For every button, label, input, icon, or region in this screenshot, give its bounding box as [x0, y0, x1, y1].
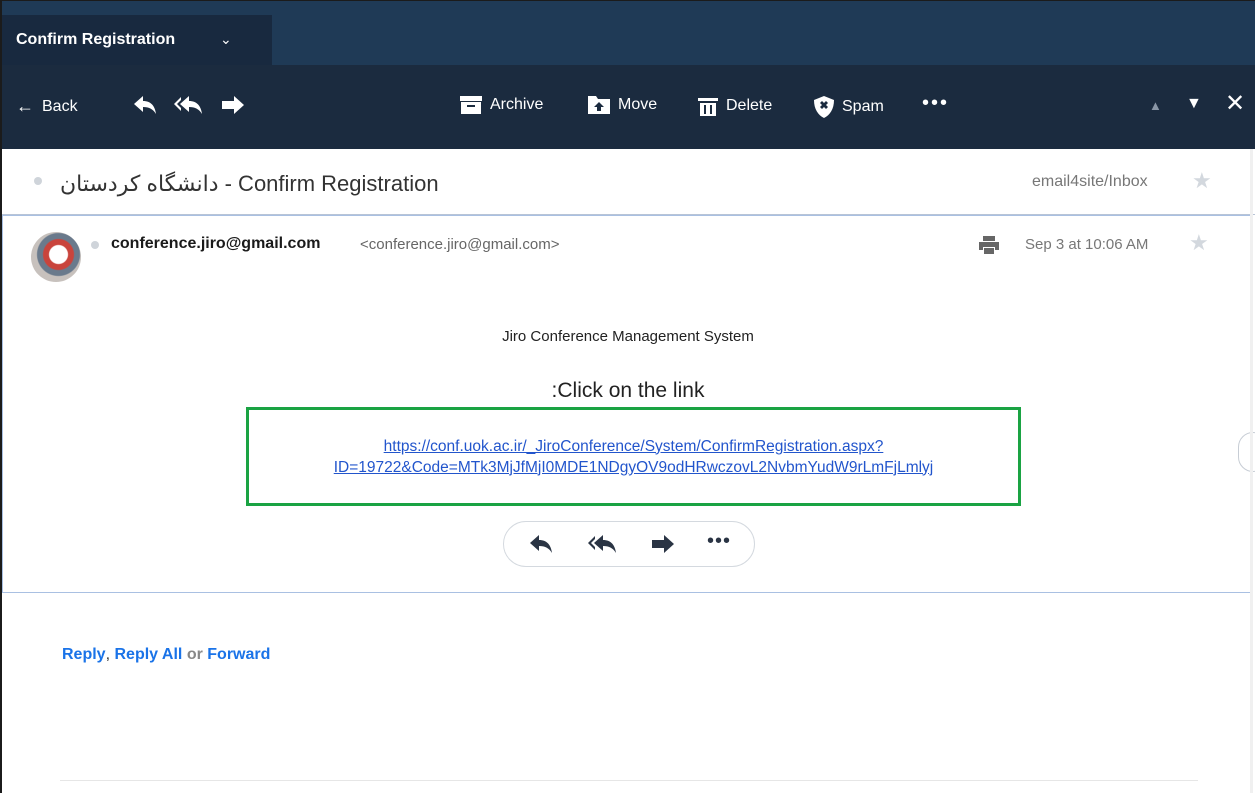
- previous-message-button[interactable]: ▲: [1149, 98, 1162, 113]
- reply-link[interactable]: Reply: [62, 646, 106, 663]
- tab-confirm-registration[interactable]: Confirm Registration ⌄: [2, 15, 272, 65]
- tab-bar: Confirm Registration ⌄: [2, 1, 1255, 65]
- sender-address: <conference.jiro@gmail.com>: [360, 236, 560, 253]
- reply-separator: ,: [105, 646, 111, 663]
- read-status-dot-icon[interactable]: [91, 241, 99, 249]
- click-instruction: :Click on the link: [551, 379, 705, 402]
- move-button[interactable]: Move: [588, 96, 657, 114]
- back-label: Back: [42, 97, 78, 115]
- back-button[interactable]: ← Back: [16, 96, 78, 117]
- confirmation-link-line-2[interactable]: ID=19722&Code=MTk3MjJfMjI0MDE1NDgyOV9odH…: [334, 457, 934, 478]
- reply-all-button[interactable]: [174, 96, 202, 114]
- message-panel: conference.jiro@gmail.com <conference.ji…: [2, 215, 1252, 593]
- message-actions-bar: •••: [503, 521, 755, 567]
- forward-link[interactable]: Forward: [207, 646, 270, 663]
- quick-reply-links: Reply, Reply All or Forward: [62, 646, 270, 664]
- reply-all-icon: [174, 96, 202, 114]
- forward-icon: [222, 96, 244, 114]
- delete-button[interactable]: Delete: [698, 96, 772, 116]
- avatar: [31, 232, 81, 282]
- reply-icon: [134, 96, 156, 114]
- or-text: or: [186, 646, 203, 663]
- spam-label: Spam: [842, 98, 884, 115]
- subject-row: دانشگاه کردستان - Confirm Registration e…: [2, 149, 1255, 215]
- subject-title: دانشگاه کردستان - Confirm Registration: [60, 171, 439, 196]
- confirmation-link-line-1[interactable]: https://conf.uok.ac.ir/_JiroConference/S…: [384, 436, 884, 457]
- tab-title: Confirm Registration: [16, 31, 176, 48]
- inline-reply-button[interactable]: [530, 535, 552, 558]
- divider: [60, 780, 1198, 781]
- reply-button[interactable]: [134, 96, 156, 114]
- reply-all-link[interactable]: Reply All: [114, 646, 182, 663]
- inline-more-button[interactable]: •••: [707, 530, 731, 553]
- scrollbar[interactable]: [1250, 149, 1253, 793]
- tab-dropdown-icon[interactable]: ⌄: [220, 31, 232, 48]
- spam-button[interactable]: Spam: [814, 96, 884, 118]
- sender-name[interactable]: conference.jiro@gmail.com: [111, 235, 320, 253]
- message-toolbar: ← Back Archive Move Delete Spam ••• ▲ ▼ …: [2, 65, 1255, 149]
- confirmation-link-box: https://conf.uok.ac.ir/_JiroConference/S…: [246, 407, 1021, 506]
- inline-reply-all-button[interactable]: [588, 535, 616, 558]
- reply-icon: [530, 535, 552, 553]
- archive-icon: [460, 96, 482, 114]
- next-message-button[interactable]: ▼: [1186, 95, 1202, 113]
- archive-label: Archive: [490, 96, 544, 113]
- move-label: Move: [618, 96, 658, 113]
- more-actions-button[interactable]: •••: [922, 92, 949, 115]
- message-star-icon[interactable]: ★: [1189, 230, 1209, 256]
- email-body-title: Jiro Conference Management System: [502, 328, 754, 345]
- inline-forward-button[interactable]: [652, 535, 674, 558]
- printer-icon: [979, 236, 999, 254]
- shield-icon: [814, 96, 834, 118]
- folder-path[interactable]: email4site/Inbox: [1032, 173, 1148, 191]
- trash-icon: [698, 98, 718, 116]
- close-button[interactable]: ✕: [1225, 89, 1245, 118]
- reply-all-icon: [588, 535, 616, 553]
- unread-dot-icon[interactable]: [34, 177, 42, 185]
- archive-button[interactable]: Archive: [460, 96, 543, 114]
- star-icon[interactable]: ★: [1192, 168, 1212, 194]
- forward-icon: [652, 535, 674, 553]
- delete-label: Delete: [726, 97, 773, 114]
- move-folder-icon: [588, 96, 610, 114]
- print-button[interactable]: [979, 236, 999, 259]
- forward-button[interactable]: [222, 96, 244, 114]
- message-date: Sep 3 at 10:06 AM: [1025, 236, 1149, 253]
- arrow-left-icon: ←: [16, 96, 34, 116]
